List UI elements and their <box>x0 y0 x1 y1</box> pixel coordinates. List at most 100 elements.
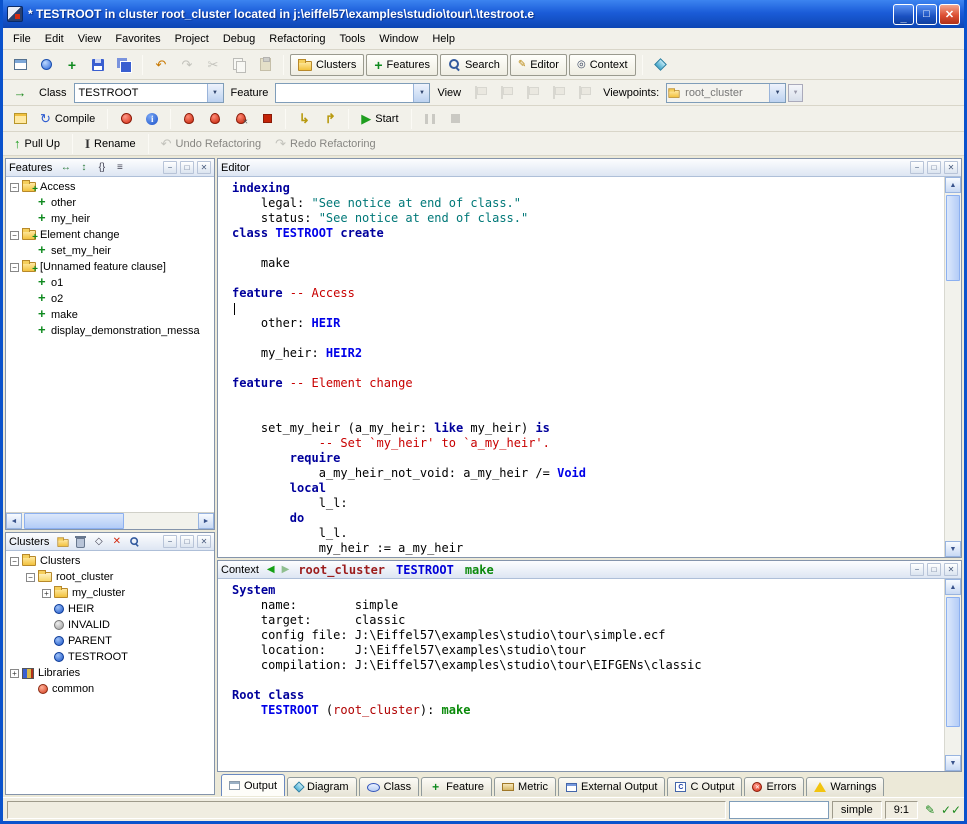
menu-item-help[interactable]: Help <box>425 30 462 48</box>
rename-button[interactable]: I Rename <box>79 133 142 155</box>
feature-item-display-demonstration-messa[interactable]: display_demonstration_messa <box>6 323 214 339</box>
redo-button[interactable]: ↷ <box>175 54 199 76</box>
view-flat-button[interactable] <box>494 82 518 104</box>
tree-expander-icon[interactable]: − <box>26 573 35 582</box>
context-text[interactable]: System name: simple target: classic conf… <box>218 579 944 771</box>
scroll-thumb[interactable] <box>24 513 124 529</box>
scroll-thumb[interactable] <box>946 597 960 727</box>
panel-maximize-button[interactable]: □ <box>927 563 941 576</box>
close-button[interactable]: ✕ <box>939 4 960 25</box>
delete-button[interactable] <box>73 535 88 549</box>
minimize-button[interactable]: _ <box>893 4 914 25</box>
viewpoints-combo[interactable]: root_cluster ▼ <box>666 83 786 103</box>
pin-icon[interactable]: ◇ <box>91 535 106 549</box>
view-basic-button[interactable] <box>468 82 492 104</box>
scroll-left-icon[interactable]: ◄ <box>6 513 22 529</box>
panel-maximize-button[interactable]: □ <box>180 161 194 174</box>
tab-class[interactable]: Class <box>359 777 420 796</box>
system-info-button[interactable] <box>140 108 164 130</box>
scroll-up-icon[interactable]: ▲ <box>945 579 961 595</box>
tab-metric[interactable]: Metric <box>494 777 556 796</box>
cluster-item-common[interactable]: common <box>6 681 214 697</box>
feature-item-set-my-heir[interactable]: set_my_heir <box>6 243 214 259</box>
tab-diagram[interactable]: Diagram <box>287 777 357 796</box>
cluster-item-testroot[interactable]: TESTROOT <box>6 649 214 665</box>
new-item-button[interactable] <box>60 54 84 76</box>
tree-expander-icon[interactable]: − <box>10 557 19 566</box>
features-hscrollbar[interactable]: ◄ ► <box>6 512 214 529</box>
outputs-switch-button[interactable] <box>8 108 32 130</box>
scroll-track[interactable] <box>22 513 198 529</box>
stop-points-button[interactable] <box>255 108 279 130</box>
disable-breakpoints-button[interactable] <box>203 108 227 130</box>
menu-item-file[interactable]: File <box>6 30 38 48</box>
tree-expander-icon[interactable]: + <box>42 589 51 598</box>
cluster-item-heir[interactable]: HEIR <box>6 601 214 617</box>
breadcrumb-cluster[interactable]: root_cluster <box>294 563 389 577</box>
cluster-item-root-cluster[interactable]: −root_cluster <box>6 569 214 585</box>
breadcrumb-class[interactable]: TESTROOT <box>392 563 458 577</box>
compile-button[interactable]: ↻ Compile <box>34 108 101 130</box>
list-icon[interactable]: ≡ <box>112 161 127 175</box>
tab-external-output[interactable]: External Output <box>558 777 665 796</box>
menu-item-favorites[interactable]: Favorites <box>108 30 167 48</box>
editable-pencil-icon[interactable]: ✎ <box>921 801 939 819</box>
menu-item-edit[interactable]: Edit <box>38 30 71 48</box>
cluster-item-clusters[interactable]: −Clusters <box>6 553 214 569</box>
find-button[interactable] <box>127 535 142 549</box>
scroll-down-icon[interactable]: ▼ <box>945 541 961 557</box>
tree-expander-icon[interactable]: − <box>10 263 19 272</box>
viewpoints-extra-dropdown[interactable]: ▼ <box>788 84 803 102</box>
panel-close-button[interactable]: ✕ <box>944 563 958 576</box>
cluster-item-libraries[interactable]: +Libraries <box>6 665 214 681</box>
panel-maximize-button[interactable]: □ <box>927 161 941 174</box>
scroll-track[interactable] <box>945 595 961 755</box>
panel-close-button[interactable]: ✕ <box>197 535 211 548</box>
tree-expander-icon[interactable]: − <box>10 231 19 240</box>
view-clients-button[interactable] <box>520 82 544 104</box>
features-sort-icon[interactable]: ↕ <box>76 161 91 175</box>
pause-button[interactable] <box>418 108 442 130</box>
feature-combo[interactable]: ▼ <box>275 83 430 103</box>
cluster-item-my-cluster[interactable]: +my_cluster <box>6 585 214 601</box>
menu-item-debug[interactable]: Debug <box>216 30 262 48</box>
braces-icon[interactable]: {} <box>94 161 109 175</box>
context-toggle-button[interactable]: ◎ Context <box>569 54 636 76</box>
cut-button[interactable]: ✂ <box>201 54 225 76</box>
feature-item-my-heir[interactable]: my_heir <box>6 211 214 227</box>
tab-c-output[interactable]: C Output <box>667 777 742 796</box>
open-button[interactable] <box>34 54 58 76</box>
menu-item-view[interactable]: View <box>71 30 109 48</box>
tab-feature[interactable]: Feature <box>421 777 492 796</box>
save-all-button[interactable] <box>112 54 136 76</box>
step-out-button[interactable]: ↱ <box>318 108 342 130</box>
chevron-down-icon[interactable]: ▼ <box>769 84 785 102</box>
features-toggle-button[interactable]: Features <box>366 54 438 76</box>
tree-expander-icon[interactable]: − <box>10 183 19 192</box>
new-cluster-button[interactable] <box>55 535 70 549</box>
scroll-up-icon[interactable]: ▲ <box>945 177 961 193</box>
context-vscrollbar[interactable]: ▲ ▼ <box>944 579 961 771</box>
step-into-button[interactable]: ↳ <box>292 108 316 130</box>
search-button[interactable]: Search <box>440 54 508 76</box>
editor-vscrollbar[interactable]: ▲ ▼ <box>944 177 961 557</box>
cluster-item-invalid[interactable]: INVALID <box>6 617 214 633</box>
history-back-icon[interactable]: ◀ <box>265 564 277 575</box>
send-to-tool-button[interactable] <box>8 82 32 104</box>
pull-up-button[interactable]: ↑ Pull Up <box>8 133 66 155</box>
copy-button[interactable] <box>227 54 251 76</box>
tab-output[interactable]: Output <box>221 774 285 796</box>
diagram-tool-button[interactable] <box>649 54 673 76</box>
chevron-down-icon[interactable]: ▼ <box>207 84 223 102</box>
cluster-item-parent[interactable]: PARENT <box>6 633 214 649</box>
scroll-right-icon[interactable]: ► <box>198 513 214 529</box>
menu-item-tools[interactable]: Tools <box>333 30 373 48</box>
paste-button[interactable] <box>253 54 277 76</box>
remove-breakpoints-button[interactable] <box>229 108 253 130</box>
history-forward-icon[interactable]: ▶ <box>280 564 292 575</box>
tab-errors[interactable]: Errors <box>744 777 804 796</box>
panel-minimize-button[interactable]: − <box>163 161 177 174</box>
editor-toggle-button[interactable]: ✎ Editor <box>510 54 567 76</box>
tree-expander-icon[interactable]: + <box>10 669 19 678</box>
scroll-down-icon[interactable]: ▼ <box>945 755 961 771</box>
